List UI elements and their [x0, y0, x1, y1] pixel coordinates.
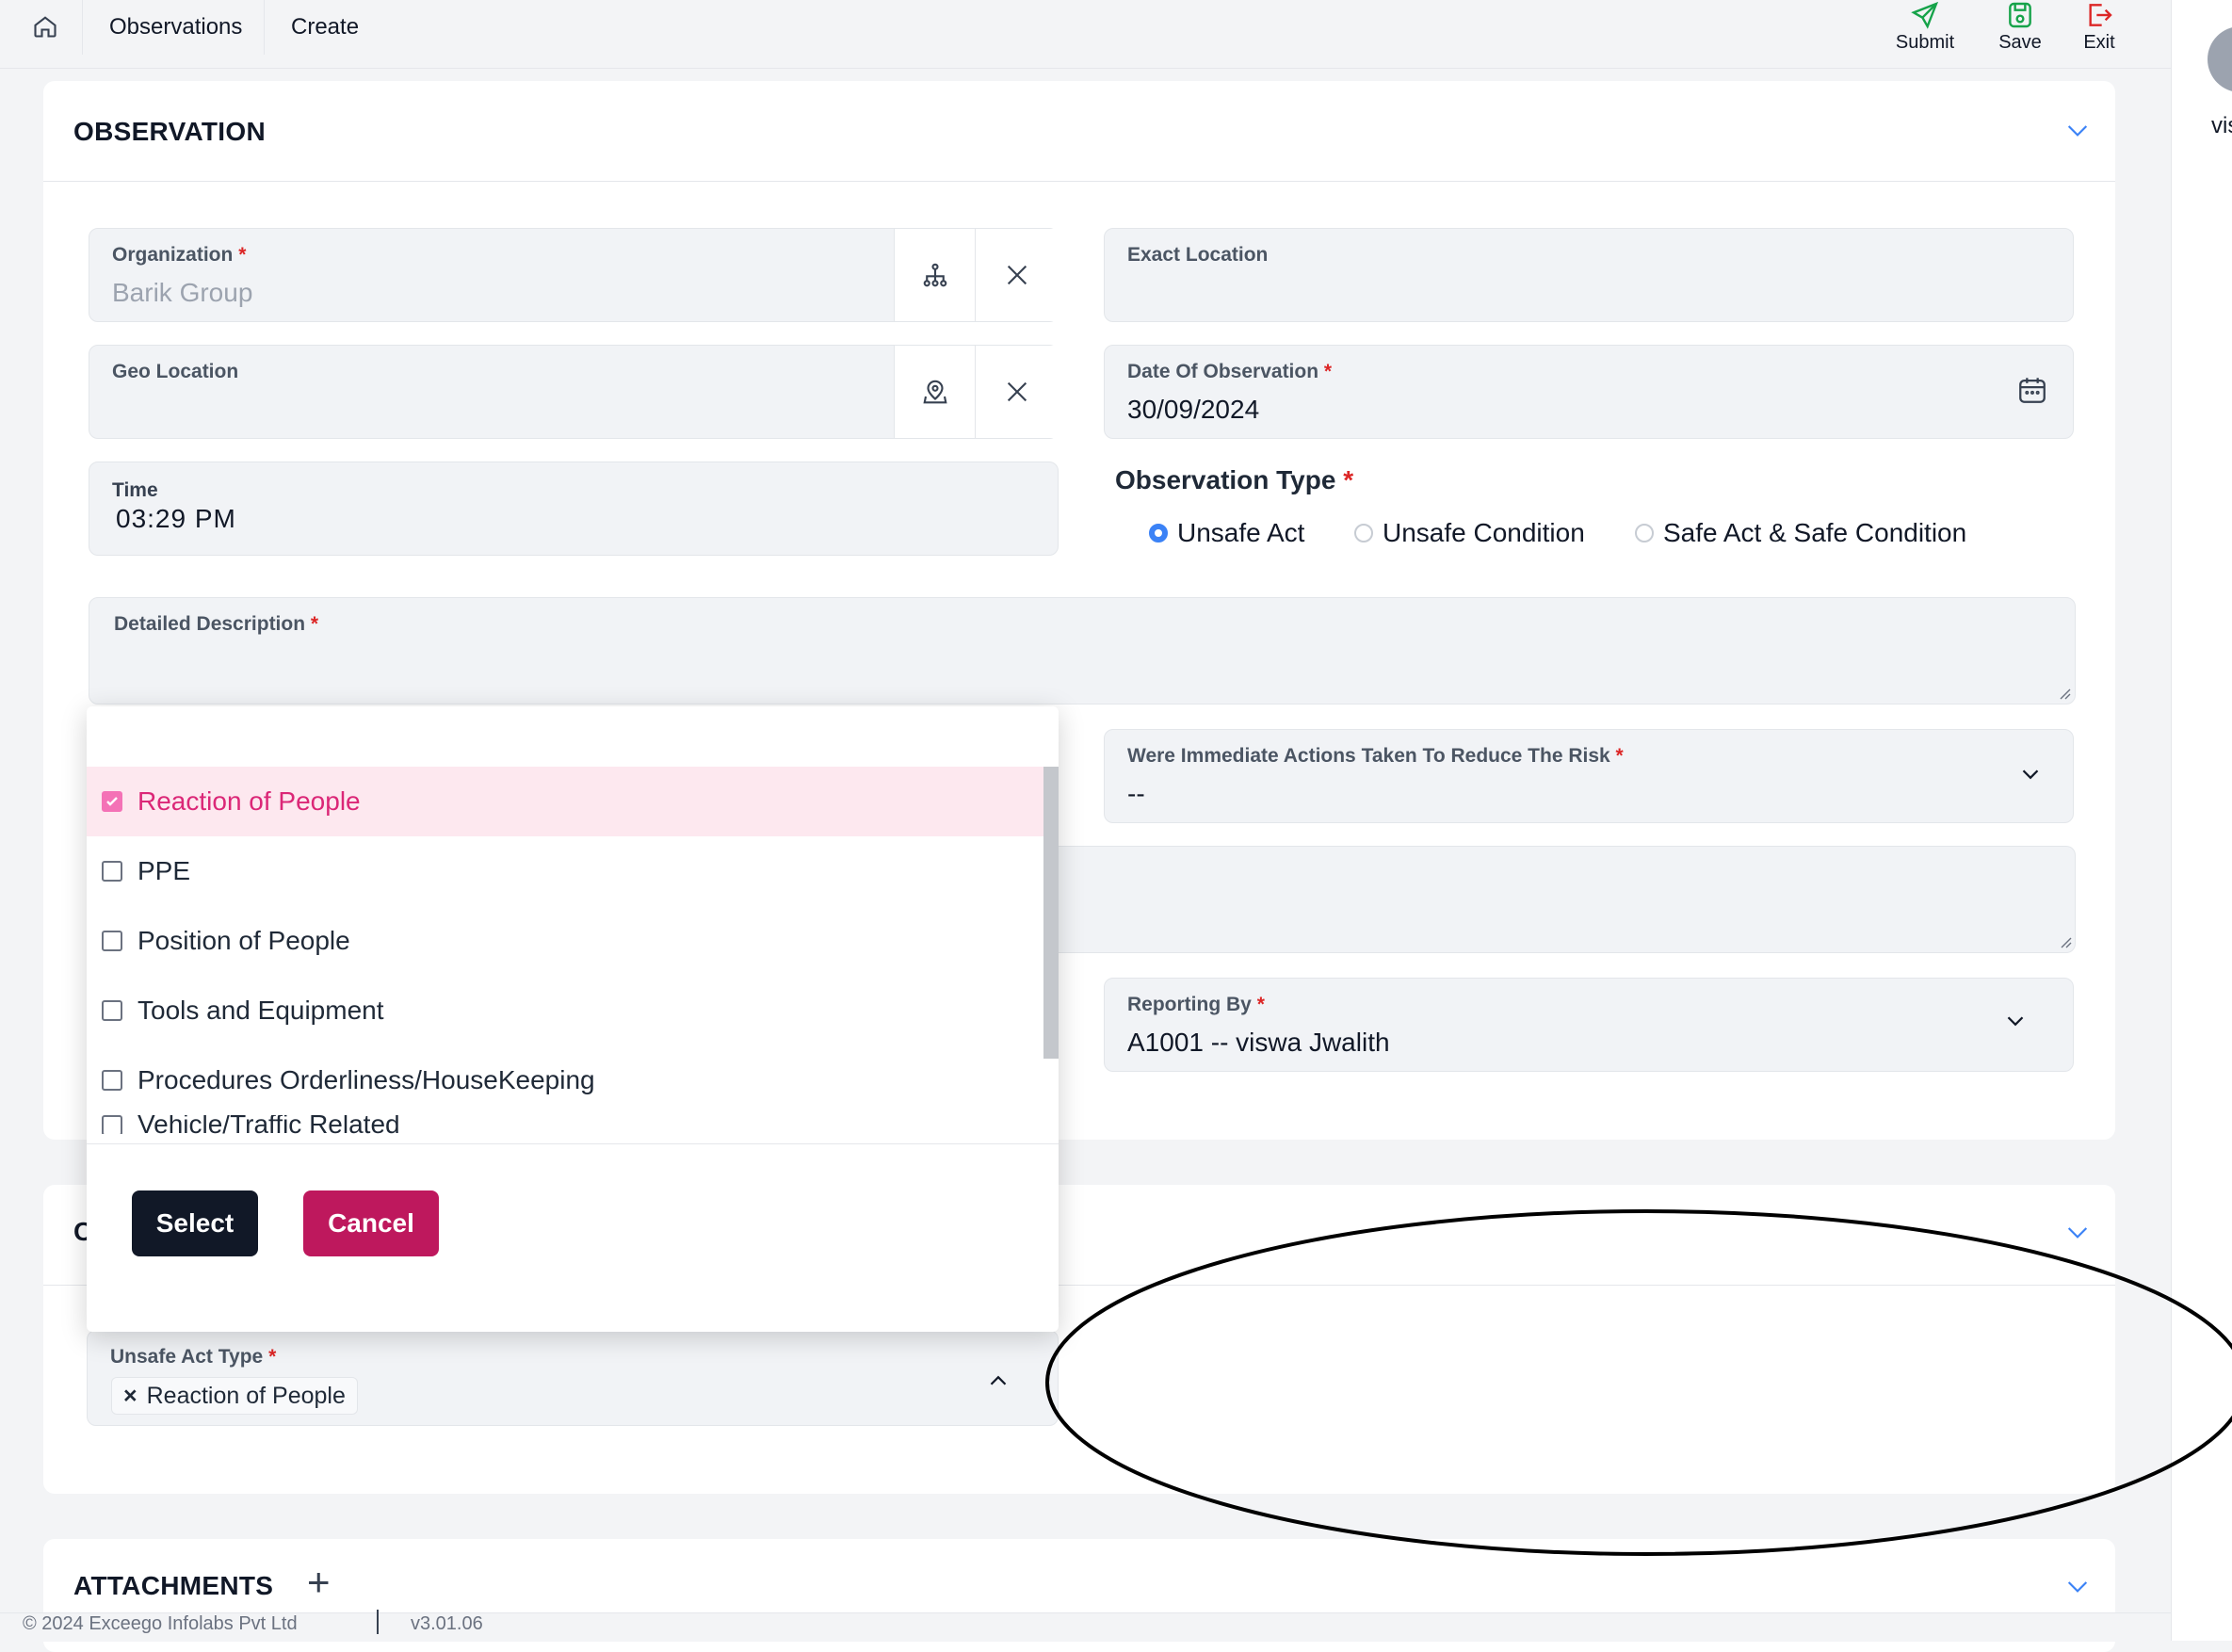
annotation-ellipse: [1045, 1209, 2232, 1556]
